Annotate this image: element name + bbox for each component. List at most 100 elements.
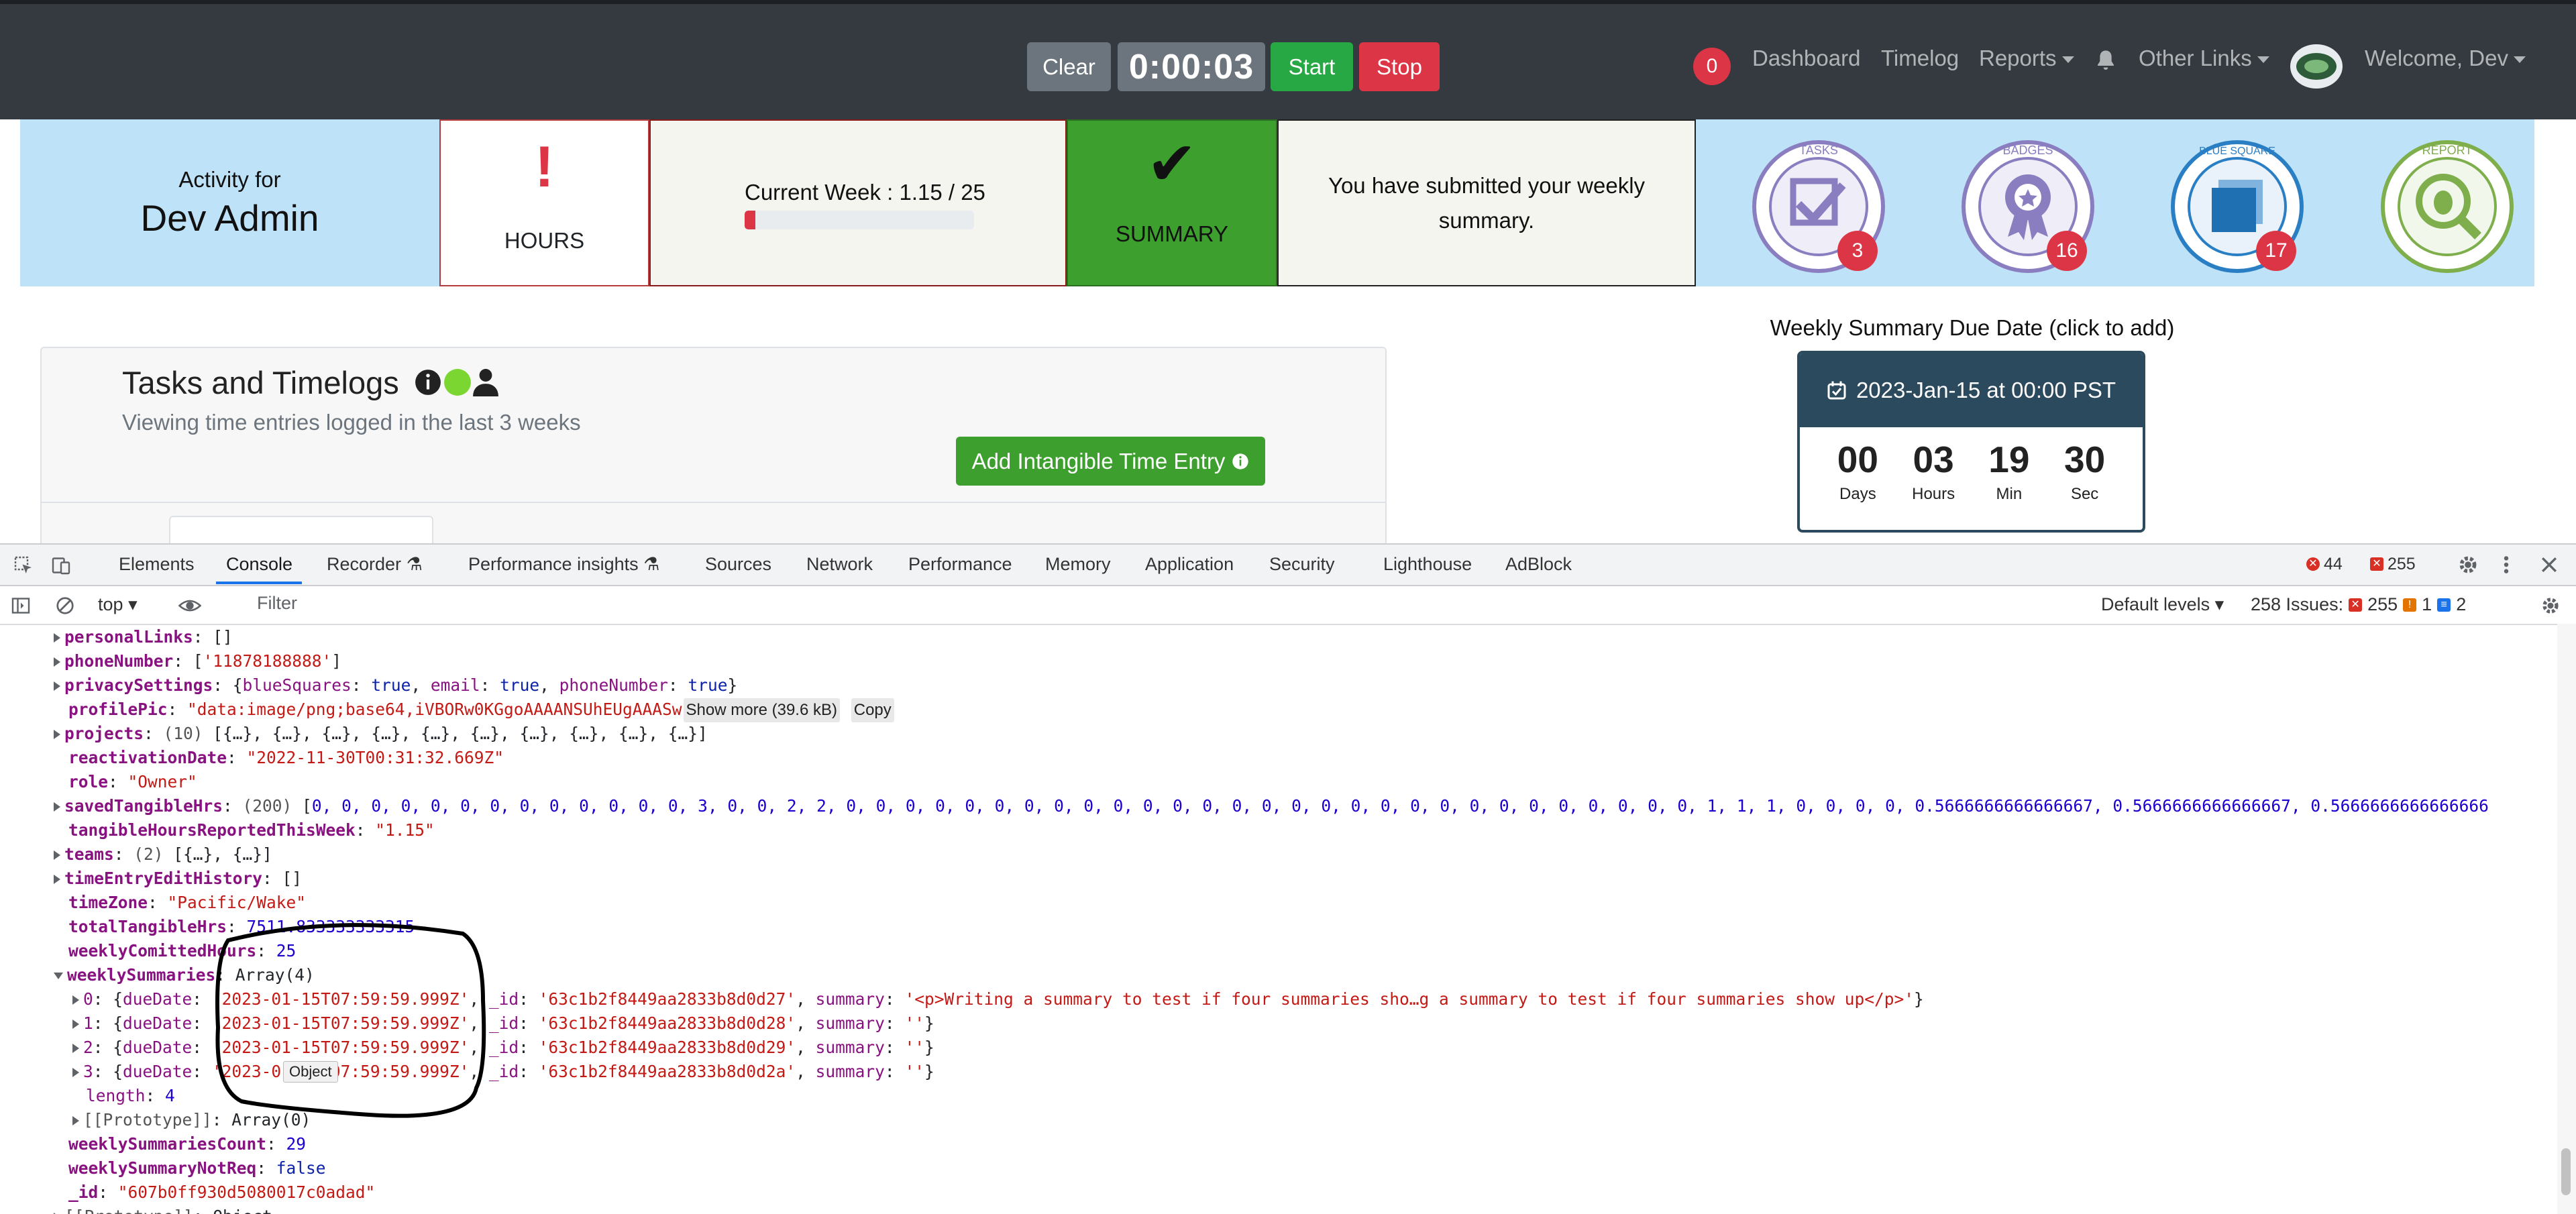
console-line[interactable]: projects: (10) [{…}, {…}, {…}, {…}, {…},… <box>54 722 708 746</box>
console-line[interactable]: weeklySummaryNotReq: false <box>68 1156 326 1180</box>
console-line[interactable]: reactivationDate: "2022-11-30T00:31:32.6… <box>68 746 504 770</box>
countdown-days-value: 00 <box>1837 439 1878 480</box>
kebab-menu-icon[interactable] <box>2500 554 2513 575</box>
tasks-tab[interactable] <box>169 516 433 544</box>
warning-count-chip[interactable]: ✕ 255 <box>2365 553 2421 575</box>
context-label: top <box>98 594 123 614</box>
devtools-tab-console[interactable]: Console <box>226 554 292 575</box>
user-icon[interactable] <box>473 368 498 396</box>
console-line[interactable]: timeZone: "Pacific/Wake" <box>68 891 306 915</box>
devtools-tab-performance[interactable]: Performance <box>908 554 1012 575</box>
error-square-icon: ✕ <box>2370 557 2383 571</box>
info-icon <box>1232 453 1249 470</box>
console-line[interactable]: length: 4 <box>86 1084 175 1108</box>
summary-card[interactable]: ✔ SUMMARY <box>1067 119 1277 286</box>
devtools-tab-lighthouse[interactable]: Lighthouse <box>1383 554 1472 575</box>
console-line[interactable]: role: "Owner" <box>68 770 197 794</box>
blue-square-badge[interactable]: BLUE SQUARE 17 <box>2170 140 2304 274</box>
devtools-tab-performance-insights[interactable]: Performance insights ⚗ <box>468 554 659 575</box>
copy-button[interactable]: Copy <box>851 698 894 722</box>
start-timer-button[interactable]: Start <box>1271 42 1353 91</box>
report-bug-badge[interactable]: REPORT <box>2380 140 2514 274</box>
issues-counter[interactable]: 258 Issues: ✕ 255 ! 1 ≡ 2 <box>2251 594 2466 615</box>
tasks-title: Tasks and Timelogs <box>122 365 399 400</box>
devtools-tab-adblock[interactable]: AdBlock <box>1505 554 1572 575</box>
console-filter-input[interactable]: Filter <box>257 593 297 614</box>
console-line[interactable]: privacySettings: {blueSquares: true, ema… <box>54 673 737 698</box>
show-more-button[interactable]: Show more (39.6 kB) <box>683 698 840 722</box>
error-square-icon: ✕ <box>2349 598 2363 612</box>
devtools-tab-memory[interactable]: Memory <box>1045 554 1111 575</box>
console-line[interactable]: timeEntryEditHistory: [] <box>54 867 302 891</box>
gear-icon[interactable] <box>2457 554 2479 575</box>
console-line[interactable]: savedTangibleHrs: (200) [0, 0, 0, 0, 0, … <box>54 794 2489 818</box>
nav-welcome-label: Welcome, Dev <box>2365 46 2508 70</box>
console-settings-gear-icon[interactable] <box>2540 596 2561 616</box>
log-levels-dropdown[interactable]: Default levels ▾ <box>2101 594 2224 615</box>
countdown-sec-label: Sec <box>2070 485 2099 503</box>
bell-icon[interactable] <box>2095 48 2116 72</box>
devtools-tab-sources[interactable]: Sources <box>705 554 771 575</box>
console-line[interactable]: profilePic: "data:image/png;base64,iVBOR… <box>68 698 894 722</box>
console-scrollbar[interactable] <box>2557 624 2576 1214</box>
console-line[interactable]: personalLinks: [] <box>54 625 233 649</box>
badges-badge-top: BADGES <box>2002 144 2053 157</box>
context-selector[interactable]: top ▾ <box>98 594 138 615</box>
nav-reports-dropdown[interactable]: Reports <box>1979 46 2074 71</box>
console-line[interactable]: teams: (2) [{…}, {…}] <box>54 842 272 867</box>
eye-icon[interactable] <box>178 596 201 616</box>
devtools-tab-security[interactable]: Security <box>1269 554 1335 575</box>
week-progress-fill <box>745 211 755 229</box>
add-intangible-time-button[interactable]: Add Intangible Time Entry <box>956 437 1265 486</box>
nav-other-links-dropdown[interactable]: Other Links <box>2139 46 2269 71</box>
countdown-days-label: Days <box>1839 485 1876 503</box>
devtools-tab-bar: Elements Console Recorder ⚗ Performance … <box>0 545 2576 586</box>
console-scroll-thumb[interactable] <box>2561 1148 2571 1195</box>
activity-for-label: Activity for <box>178 166 281 192</box>
badges-earned-count: 16 <box>2047 231 2087 271</box>
console-line[interactable]: _id: "607b0ff930d5080017c0adad" <box>68 1180 375 1205</box>
hours-card[interactable]: ! HOURS <box>439 119 649 286</box>
summary-label: SUMMARY <box>1115 221 1229 246</box>
countdown-min-value: 19 <box>1988 439 2030 480</box>
due-date-text: 2023-Jan-15 at 00:00 PST <box>1856 378 2116 402</box>
console-line[interactable]: phoneNumber: ['11878188888'] <box>54 649 341 673</box>
info-icon[interactable] <box>414 368 442 396</box>
countdown-hours: 03 Hours <box>1896 438 1970 504</box>
inspect-element-icon[interactable] <box>13 555 34 575</box>
badges-earned-badge[interactable]: BADGES 16 <box>1961 140 2095 274</box>
nav-welcome-dropdown[interactable]: Welcome, Dev <box>2365 46 2526 71</box>
nav-reports-label: Reports <box>1979 46 2057 70</box>
top-navbar: Clear 0:00:03 Start Stop 0 Dashboard Tim… <box>0 0 2576 119</box>
console-line[interactable]: tangibleHoursReportedThisWeek: "1.15" <box>68 818 435 842</box>
clear-console-icon[interactable] <box>55 596 75 616</box>
blue-square-badge-top: BLUE SQUARE <box>2199 146 2275 157</box>
devtools-tab-application[interactable]: Application <box>1145 554 1234 575</box>
devtools-tab-network[interactable]: Network <box>806 554 873 575</box>
weekly-summary-due-title[interactable]: Weekly Summary Due Date (click to add) <box>1744 315 2200 341</box>
notification-count-badge[interactable]: 0 <box>1693 48 1731 85</box>
chevron-down-icon <box>2061 56 2074 64</box>
countdown-hours-value: 03 <box>1913 439 1954 480</box>
due-date-countdown[interactable]: 2023-Jan-15 at 00:00 PST 00 Days 03 Hours … <box>1797 351 2145 533</box>
user-avatar[interactable] <box>2290 44 2343 89</box>
dropdown-arrow-icon: ▾ <box>128 594 138 614</box>
error-count-chip[interactable]: ✕ 44 <box>2301 553 2348 575</box>
recorder-label: Recorder <box>327 554 402 574</box>
clear-timer-button[interactable]: Clear <box>1027 42 1111 91</box>
console-line[interactable]: weeklySummariesCount: 29 <box>68 1132 306 1156</box>
nav-timelog[interactable]: Timelog <box>1881 46 1959 71</box>
close-icon[interactable] <box>2540 555 2559 574</box>
devtools-tab-elements[interactable]: Elements <box>119 554 195 575</box>
devtools-tab-recorder[interactable]: Recorder ⚗ <box>327 554 423 575</box>
report-badge-top: REPORT <box>2422 144 2473 157</box>
nav-dashboard[interactable]: Dashboard <box>1752 46 1860 71</box>
summary-submitted-text: You have submitted your weekly summary. <box>1328 172 1646 233</box>
exclamation-icon: ! <box>535 135 554 199</box>
annotation-circle <box>215 923 486 1118</box>
sidebar-toggle-icon[interactable] <box>11 596 31 616</box>
stop-timer-button[interactable]: Stop <box>1359 42 1440 91</box>
device-toolbar-icon[interactable] <box>51 555 71 575</box>
tasks-badge[interactable]: TASKS 3 <box>1752 140 1886 274</box>
current-week-card: Current Week : 1.15 / 25 <box>649 119 1067 286</box>
